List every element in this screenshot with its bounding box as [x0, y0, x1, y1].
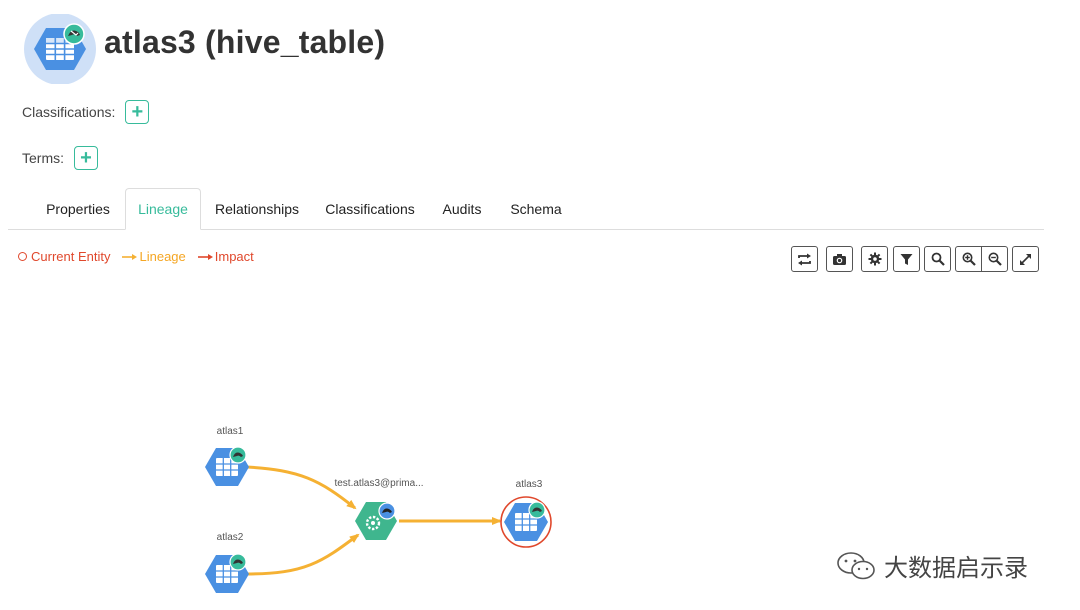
tab-relationships[interactable]: Relationships — [208, 188, 306, 229]
lineage-edge-atlas2-process — [246, 533, 360, 576]
node-label: test.atlas3@prima... — [334, 478, 423, 489]
add-classification-button[interactable]: + — [125, 100, 150, 124]
legend-impact: Impact — [197, 249, 254, 264]
terms-row: Terms: + — [22, 146, 98, 170]
tab-schema[interactable]: Schema — [503, 188, 569, 229]
zoom-in-icon — [962, 252, 976, 266]
classifications-row: Classifications: + — [22, 100, 150, 124]
terms-label: Terms: — [22, 150, 64, 166]
entity-type-icon — [22, 13, 98, 85]
node-label: atlas3 — [516, 479, 543, 490]
lineage-legend: Current Entity Lineage Impact — [18, 249, 266, 264]
gear-icon — [868, 252, 881, 266]
lineage-node-process[interactable]: test.atlas3@prima... — [334, 478, 424, 540]
lineage-graph: atlas1 atlas2 test.atlas3@prima... atlas… — [204, 426, 552, 594]
lineage-arrow-icon — [122, 253, 138, 260]
tab-bar: Properties Lineage Relationships Classif… — [8, 188, 1044, 230]
lineage-node-atlas1[interactable]: atlas1 — [204, 426, 250, 487]
zoom-out-button[interactable] — [981, 246, 1008, 272]
classifications-label: Classifications: — [22, 104, 116, 120]
node-label: atlas2 — [217, 532, 244, 543]
watermark: 大数据启示录 — [836, 548, 1028, 583]
filter-button[interactable] — [893, 246, 920, 272]
lineage-node-atlas3[interactable]: atlas3 — [500, 479, 552, 548]
search-button[interactable] — [924, 246, 951, 272]
tab-properties[interactable]: Properties — [34, 188, 122, 229]
watermark-text: 大数据启示录 — [884, 555, 1028, 582]
tab-classifications[interactable]: Classifications — [320, 188, 420, 229]
impact-arrow-icon — [197, 253, 213, 260]
page-title: atlas3 (hive_table) — [104, 24, 386, 60]
node-label: atlas1 — [217, 426, 244, 437]
camera-icon — [833, 253, 846, 265]
wechat-icon — [837, 551, 875, 579]
refresh-button[interactable] — [791, 246, 818, 272]
fullscreen-icon — [1020, 253, 1031, 265]
fullscreen-button[interactable] — [1012, 246, 1039, 272]
settings-button[interactable] — [861, 246, 888, 272]
export-image-button[interactable] — [826, 246, 853, 272]
tab-lineage[interactable]: Lineage — [125, 188, 201, 230]
search-icon — [931, 252, 945, 266]
legend-lineage: Lineage — [122, 249, 186, 264]
add-term-button[interactable]: + — [74, 146, 98, 170]
zoom-out-icon — [988, 252, 1002, 266]
current-entity-circle-icon — [18, 252, 27, 261]
legend-current-entity: Current Entity — [18, 249, 110, 264]
filter-icon — [900, 253, 913, 265]
lineage-node-atlas2[interactable]: atlas2 — [204, 532, 250, 594]
tab-audits[interactable]: Audits — [434, 188, 490, 229]
zoom-in-button[interactable] — [955, 246, 982, 272]
refresh-icon — [798, 253, 811, 265]
